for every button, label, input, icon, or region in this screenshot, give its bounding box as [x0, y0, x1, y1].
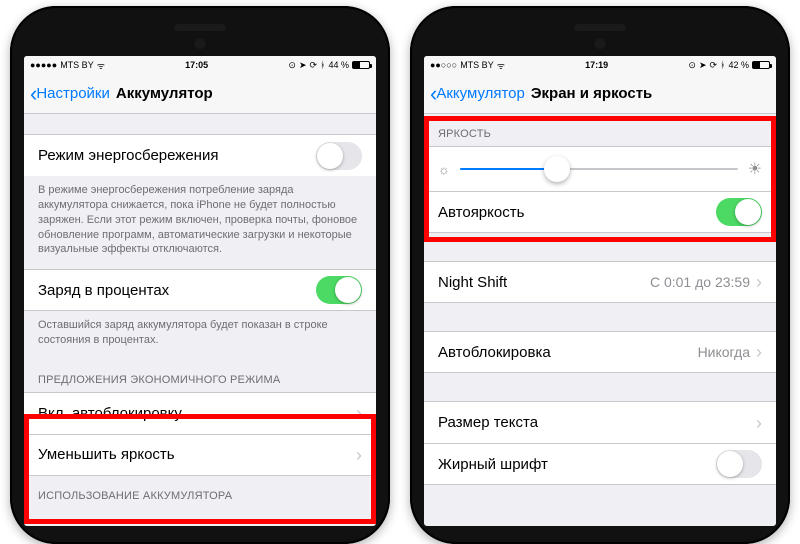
- night-shift-row[interactable]: Night Shift С 0:01 до 23:59 ›: [424, 261, 776, 303]
- back-button[interactable]: ‹ Настройки: [30, 83, 110, 105]
- sun-small-icon: ☼: [438, 162, 450, 177]
- clock-label: 17:19: [585, 60, 608, 70]
- battery-percent-toggle[interactable]: [316, 276, 362, 304]
- battery-percent-label: Заряд в процентах: [38, 282, 169, 299]
- auto-brightness-row[interactable]: Автояркость: [424, 191, 776, 233]
- bold-text-toggle[interactable]: [716, 450, 762, 478]
- location-icon: ➤: [699, 60, 707, 71]
- text-size-label: Размер текста: [438, 414, 538, 431]
- status-bar: ●●○○○ MTS BY ᯤ 17:19 ⊙ ➤ ⟳ ᚼ 42 %: [424, 56, 776, 74]
- chevron-right-icon: ›: [356, 446, 362, 464]
- orientation-lock-icon: ⟳: [310, 60, 318, 71]
- wifi-icon: ᯤ: [497, 59, 505, 72]
- enable-autolock-label: Вкл. автоблокировку: [38, 405, 182, 422]
- carrier-label: MTS BY: [60, 60, 94, 70]
- brightness-slider-row[interactable]: ☼ ☀: [424, 146, 776, 191]
- night-shift-label: Night Shift: [438, 274, 507, 291]
- battery-icon: [752, 61, 770, 69]
- back-label: Аккумулятор: [436, 85, 525, 102]
- autolock-label: Автоблокировка: [438, 344, 551, 361]
- phone-left: ●●●●● MTS BY ᯤ 17:05 ⊙ ➤ ⟳ ᚼ 44 % ‹ Наст…: [10, 6, 390, 544]
- nav-bar: ‹ Настройки Аккумулятор: [24, 74, 376, 114]
- carrier-label: MTS BY: [460, 60, 494, 70]
- location-icon: ➤: [299, 60, 307, 71]
- usage-header: ИСПОЛЬЗОВАНИЕ АККУМУЛЯТОРА: [24, 476, 376, 508]
- auto-brightness-label: Автояркость: [438, 204, 524, 221]
- autolock-row[interactable]: Автоблокировка Никогда ›: [424, 331, 776, 373]
- chevron-right-icon: ›: [756, 273, 762, 291]
- screen-left: ●●●●● MTS BY ᯤ 17:05 ⊙ ➤ ⟳ ᚼ 44 % ‹ Наст…: [24, 56, 376, 526]
- suggestions-header: ПРЕДЛОЖЕНИЯ ЭКОНОМИЧНОГО РЕЖИМА: [24, 360, 376, 392]
- low-power-label: Режим энергосбережения: [38, 147, 218, 164]
- battery-pct-label: 42 %: [728, 60, 749, 70]
- brightness-header: ЯРКОСТЬ: [424, 114, 776, 146]
- bold-text-row[interactable]: Жирный шрифт: [424, 443, 776, 485]
- low-power-toggle[interactable]: [316, 142, 362, 170]
- screen-right: ●●○○○ MTS BY ᯤ 17:19 ⊙ ➤ ⟳ ᚼ 42 % ‹ Акку…: [424, 56, 776, 526]
- night-shift-value: С 0:01 до 23:59: [650, 274, 750, 290]
- wifi-icon: ᯤ: [97, 59, 105, 72]
- content-left: Режим энергосбережения В режиме энергосб…: [24, 114, 376, 526]
- alarm-icon: ⊙: [288, 60, 296, 71]
- nav-bar: ‹ Аккумулятор Экран и яркость: [424, 74, 776, 114]
- low-power-mode-row[interactable]: Режим энергосбережения: [24, 134, 376, 176]
- clock-label: 17:05: [185, 60, 208, 70]
- page-title: Экран и яркость: [531, 85, 770, 102]
- back-label: Настройки: [36, 85, 110, 102]
- status-bar: ●●●●● MTS BY ᯤ 17:05 ⊙ ➤ ⟳ ᚼ 44 %: [24, 56, 376, 74]
- chevron-right-icon: ›: [756, 414, 762, 432]
- bluetooth-icon: ᚼ: [320, 60, 325, 70]
- enable-autolock-row[interactable]: Вкл. автоблокировку ›: [24, 392, 376, 434]
- chevron-right-icon: ›: [756, 343, 762, 361]
- battery-icon: [352, 61, 370, 69]
- battery-pct-label: 44 %: [328, 60, 349, 70]
- chevron-right-icon: ›: [356, 404, 362, 422]
- back-button[interactable]: ‹ Аккумулятор: [430, 83, 525, 105]
- signal-dots-icon: ●●●●●: [30, 60, 57, 70]
- signal-dots-icon: ●●○○○: [430, 60, 457, 70]
- alarm-icon: ⊙: [688, 60, 696, 71]
- content-right: ЯРКОСТЬ ☼ ☀ Автояркость Night Shift С 0:…: [424, 114, 776, 526]
- bluetooth-icon: ᚼ: [720, 60, 725, 70]
- orientation-lock-icon: ⟳: [710, 60, 718, 71]
- auto-brightness-toggle[interactable]: [716, 198, 762, 226]
- reduce-brightness-row[interactable]: Уменьшить яркость ›: [24, 434, 376, 476]
- brightness-slider[interactable]: [460, 168, 738, 170]
- battery-percent-row[interactable]: Заряд в процентах: [24, 269, 376, 311]
- page-title: Аккумулятор: [116, 85, 370, 102]
- text-size-row[interactable]: Размер текста ›: [424, 401, 776, 443]
- phone-right: ●●○○○ MTS BY ᯤ 17:19 ⊙ ➤ ⟳ ᚼ 42 % ‹ Акку…: [410, 6, 790, 544]
- sun-large-icon: ☀: [748, 159, 762, 179]
- bold-text-label: Жирный шрифт: [438, 456, 548, 473]
- reduce-brightness-label: Уменьшить яркость: [38, 446, 175, 463]
- low-power-description: В режиме энергосбережения потребление за…: [24, 176, 376, 269]
- autolock-value: Никогда: [698, 344, 750, 360]
- battery-percent-description: Оставшийся заряд аккумулятора будет пока…: [24, 311, 376, 360]
